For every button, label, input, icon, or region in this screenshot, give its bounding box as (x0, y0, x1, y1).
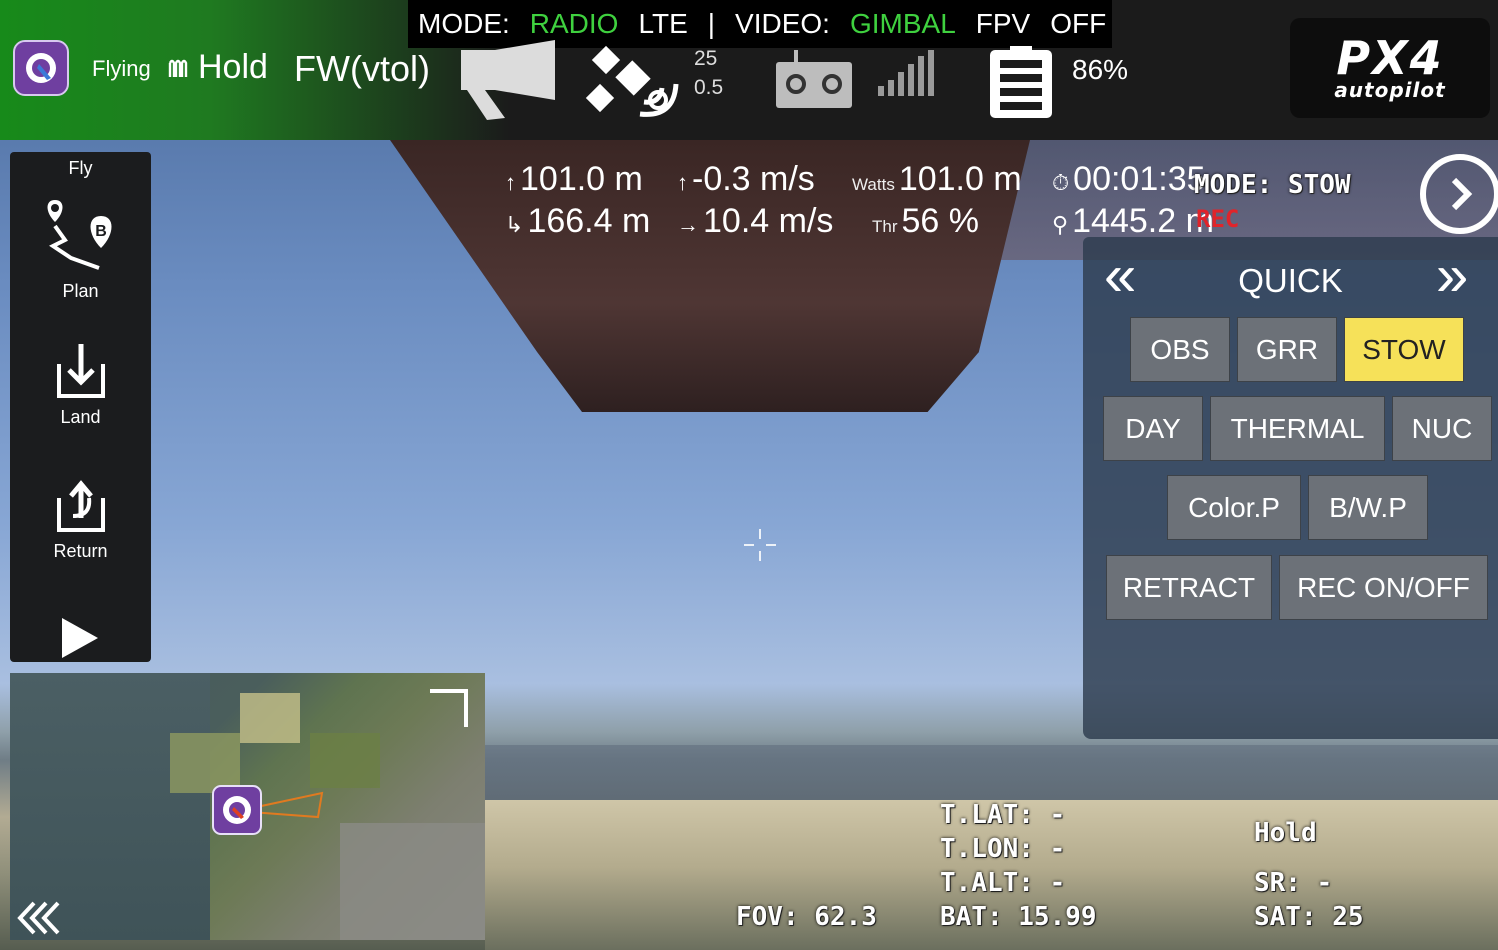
ground-speed-value: 10.4 m/s (703, 202, 834, 240)
vehicle-type-label[interactable]: FW(vtol) (294, 48, 430, 90)
telemetry-flight-time: ⏱ 00:01:35 (1052, 160, 1206, 199)
home-distance-icon: ↳ (505, 212, 524, 237)
stow-button[interactable]: STOW (1344, 317, 1464, 382)
map-field (310, 733, 380, 788)
tool-fly[interactable]: Fly (10, 158, 151, 179)
crosshair-icon (744, 529, 776, 561)
svg-text:B: B (95, 223, 107, 240)
gps-satellite-icon[interactable] (584, 44, 686, 120)
plan-route-icon: B (47, 200, 111, 270)
rc-controller-icon[interactable] (776, 50, 852, 108)
video-off[interactable]: OFF (1050, 8, 1106, 40)
gps-sat-count: 25 (694, 47, 718, 70)
stopwatch-icon: ⏱ (1052, 170, 1070, 195)
play-icon[interactable] (62, 618, 98, 658)
map-water (10, 673, 210, 940)
osd-target-lon: T.LON: - (940, 834, 1066, 864)
tool-fly-label: Fly (68, 158, 93, 178)
gps-info: 25 0.5 (694, 44, 723, 102)
qgc-logo-icon (26, 53, 56, 83)
mode-separator: | (707, 8, 716, 39)
mode-radio[interactable]: RADIO (530, 8, 619, 40)
osd-target-alt: T.ALT: - (940, 868, 1066, 898)
osd-sat: SAT: 25 (1254, 902, 1364, 932)
telemetry-distance-home: ↳ 166.4 m (505, 202, 650, 241)
walker-icon: ⚲ (1052, 212, 1069, 237)
telemetry-watts: Watts 101.0 m (852, 160, 1022, 199)
vertical-speed-value: -0.3 m/s (692, 160, 815, 198)
vehicle-marker-icon (212, 785, 324, 835)
flight-mode-label: Hold (198, 48, 268, 86)
flight-mode-selector[interactable]: Hold (168, 48, 268, 87)
watts-label: Watts (852, 175, 895, 194)
map-urban-area (340, 823, 485, 940)
px4-logo-text: PX4 (1336, 31, 1444, 85)
osd-mode: MODE: STOW (1194, 170, 1351, 200)
flight-time-value: 00:01:35 (1073, 160, 1206, 198)
osd-fov: FOV: 62.3 (736, 902, 877, 932)
tool-plan[interactable]: B Plan (10, 196, 151, 301)
osd-target-lat: T.LAT: - (940, 800, 1066, 830)
day-button[interactable]: DAY (1103, 396, 1203, 461)
map-field (240, 693, 300, 743)
mini-map[interactable] (10, 673, 485, 940)
telemetry-altitude: ↑ 101.0 m (505, 160, 643, 199)
osd-sr: SR: - (1254, 868, 1333, 898)
telemetry-distance-walked: ⚲ 1445.2 m (1052, 202, 1214, 241)
qgc-app-icon[interactable] (13, 40, 69, 96)
mode-label: MODE: (418, 8, 510, 39)
megaphone-icon[interactable] (455, 40, 565, 120)
video-label: VIDEO: (735, 8, 830, 39)
land-download-icon (56, 344, 105, 398)
telemetry-vertical-speed: ↑ -0.3 m/s (677, 160, 815, 199)
collapse-left-icon[interactable] (16, 901, 66, 935)
signal-strength-icon[interactable] (878, 50, 934, 96)
obs-button[interactable]: OBS (1130, 317, 1230, 382)
battery-icon[interactable] (990, 46, 1052, 118)
retract-button[interactable]: RETRACT (1106, 555, 1272, 620)
bw-palette-button[interactable]: B/W.P (1308, 475, 1428, 540)
distance-walked-value: 1445.2 m (1072, 202, 1214, 240)
video-gimbal[interactable]: GIMBAL (850, 8, 956, 40)
tool-return[interactable]: Return (10, 476, 151, 576)
px4-autopilot-logo: PX4 autopilot (1290, 18, 1490, 118)
quick-panel-title: QUICK (1238, 262, 1343, 299)
return-arrow-icon (56, 480, 105, 532)
altitude-value: 101.0 m (520, 160, 643, 198)
telemetry-throttle: Thr 56 % (872, 202, 979, 241)
osd-hold: Hold (1254, 818, 1317, 848)
wave-icon (168, 59, 188, 77)
telemetry-ground-speed: → 10.4 m/s (677, 202, 833, 241)
osd-battery: BAT: 15.99 (940, 902, 1097, 932)
thermal-button[interactable]: THERMAL (1210, 396, 1385, 461)
distance-home-value: 166.4 m (527, 202, 651, 240)
grr-button[interactable]: GRR (1237, 317, 1337, 382)
tool-return-label: Return (53, 541, 108, 561)
flight-status[interactable]: Flying (92, 56, 151, 82)
chevron-right-icon[interactable] (1418, 152, 1498, 236)
px4-logo-subtext: autopilot (1334, 78, 1446, 102)
gps-hdop: 0.5 (694, 76, 724, 99)
watts-value: 101.0 m (898, 160, 1022, 198)
map-expand-icon[interactable] (426, 687, 472, 729)
mode-lte[interactable]: LTE (638, 8, 687, 40)
throttle-label: Thr (872, 217, 898, 236)
video-fpv[interactable]: FPV (976, 8, 1030, 40)
rec-toggle-button[interactable]: REC ON/OFF (1279, 555, 1488, 620)
color-palette-button[interactable]: Color.P (1167, 475, 1301, 540)
tool-strip: Fly B Plan Land Return (10, 152, 151, 662)
tool-land[interactable]: Land (10, 342, 151, 442)
battery-percent: 86% (1072, 54, 1129, 85)
altitude-arrow-icon: ↑ (505, 170, 516, 195)
ground-speed-arrow-icon: → (677, 212, 699, 237)
tool-land-label: Land (60, 407, 101, 427)
throttle-value: 56 % (901, 202, 980, 240)
climb-arrow-icon: ↑ (677, 170, 688, 195)
tool-plan-label: Plan (62, 281, 99, 301)
nuc-button[interactable]: NUC (1392, 396, 1492, 461)
osd-rec: REC (1196, 205, 1240, 233)
